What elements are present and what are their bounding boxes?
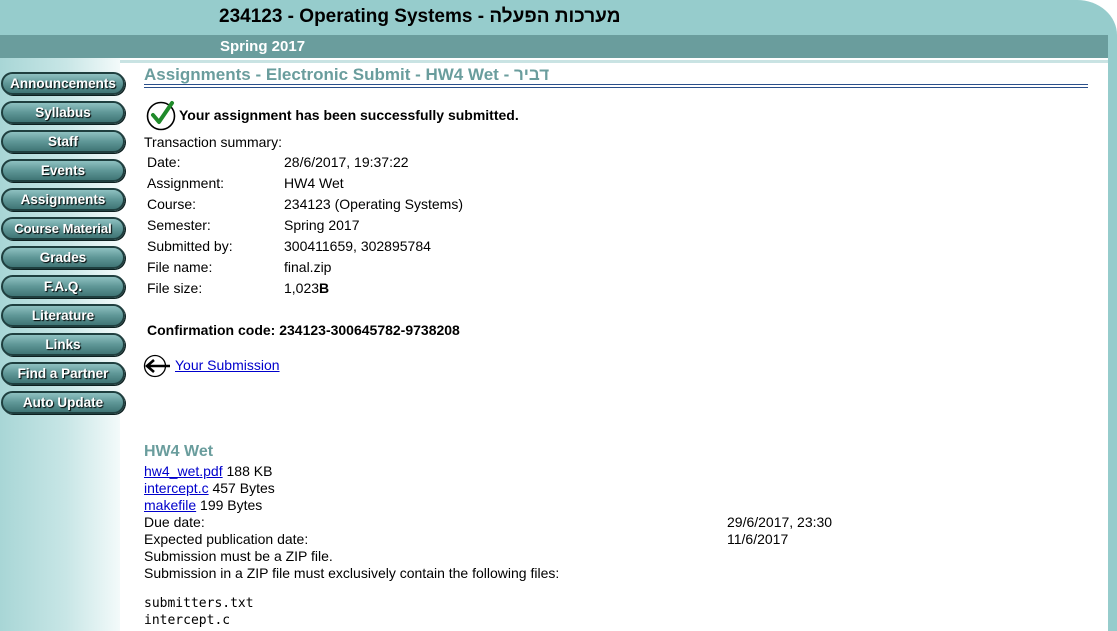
sidebar-item-auto-update[interactable]: Auto Update — [1, 391, 125, 414]
file-row-hw4-wet-pdf: hw4_wet.pdf 188 KB — [144, 463, 272, 479]
sidebar-item-literature[interactable]: Literature — [1, 304, 125, 327]
summary-label-assignment: Assignment: — [147, 175, 225, 191]
right-frame-edge — [1108, 35, 1117, 631]
required-file: intercept.c — [144, 613, 231, 628]
file-link-makefile[interactable]: makefile — [144, 497, 196, 513]
success-message: Your assignment has been successfully su… — [179, 107, 519, 123]
your-submission-link[interactable]: Your Submission — [175, 357, 280, 373]
sidebar-item-syllabus[interactable]: Syllabus — [1, 101, 125, 124]
course-title: 234123 - Operating Systems - מערכות הפעל… — [219, 6, 621, 27]
sidebar-item-announcements[interactable]: Announcements — [1, 72, 125, 95]
sidebar-item-course-material[interactable]: Course Material — [1, 217, 125, 240]
semester-bar — [0, 35, 1110, 58]
zip-contents-note: Submission in a ZIP file must exclusivel… — [144, 565, 560, 581]
sidebar-item-events[interactable]: Events — [1, 159, 125, 182]
file-link-hw4-wet-pdf[interactable]: hw4_wet.pdf — [144, 463, 223, 479]
confirmation-code: Confirmation code: 234123-300645782-9738… — [147, 322, 460, 338]
file-row-intercept-c: intercept.c 457 Bytes — [144, 480, 275, 496]
summary-value-date: 28/6/2017, 19:37:22 — [284, 154, 409, 170]
sidebar-item-faq[interactable]: F.A.Q. — [1, 275, 125, 298]
zip-requirement-note: Submission must be a ZIP file. — [144, 548, 333, 564]
due-date-value: 29/6/2017, 23:30 — [727, 514, 833, 530]
summary-label-file-name: File name: — [147, 259, 213, 275]
summary-label-date: Date: — [147, 154, 181, 170]
summary-value-assignment: HW4 Wet — [284, 175, 344, 191]
summary-label-file-size: File size: — [147, 280, 203, 296]
summary-label-course: Course: — [147, 196, 197, 212]
sidebar-item-staff[interactable]: Staff — [1, 130, 125, 153]
summary-value-file-size: 1,023B — [284, 280, 329, 296]
required-file: submitters.txt — [144, 596, 254, 611]
publication-date-label: Expected publication date: — [144, 531, 309, 547]
title-rule-bottom — [144, 87, 1088, 88]
title-rule-top — [144, 84, 1088, 85]
transaction-summary-label: Transaction summary: — [144, 134, 282, 150]
back-arrow-icon[interactable] — [143, 354, 171, 378]
summary-value-course: 234123 (Operating Systems) — [284, 196, 463, 212]
summary-value-file-name: final.zip — [284, 259, 332, 275]
file-size-unit: B — [319, 280, 330, 296]
sidebar-item-grades[interactable]: Grades — [1, 246, 125, 269]
summary-value-submitted-by: 300411659, 302895784 — [284, 238, 431, 254]
file-size-number: 1,023 — [284, 280, 320, 296]
file-link-intercept-c[interactable]: intercept.c — [144, 480, 209, 496]
file-size: 457 Bytes — [212, 480, 275, 496]
file-size: 188 KB — [226, 463, 273, 479]
publication-date-value: 11/6/2017 — [727, 531, 789, 547]
summary-label-semester: Semester: — [147, 217, 211, 233]
assignment-title: HW4 Wet — [144, 443, 214, 460]
checkmark-icon — [146, 101, 176, 131]
summary-value-semester: Spring 2017 — [284, 217, 360, 233]
due-date-label: Due date: — [144, 514, 205, 530]
file-row-makefile: makefile 199 Bytes — [144, 497, 262, 513]
file-size: 199 Bytes — [200, 497, 263, 513]
header-divider — [0, 58, 1108, 63]
page-title: Assignments - Electronic Submit - HW4 We… — [144, 65, 550, 84]
semester-label: Spring 2017 — [220, 38, 306, 55]
sidebar-item-assignments[interactable]: Assignments — [1, 188, 125, 211]
summary-label-submitted-by: Submitted by: — [147, 238, 233, 254]
sidebar-item-links[interactable]: Links — [1, 333, 125, 356]
sidebar-item-find-a-partner[interactable]: Find a Partner — [1, 362, 125, 385]
